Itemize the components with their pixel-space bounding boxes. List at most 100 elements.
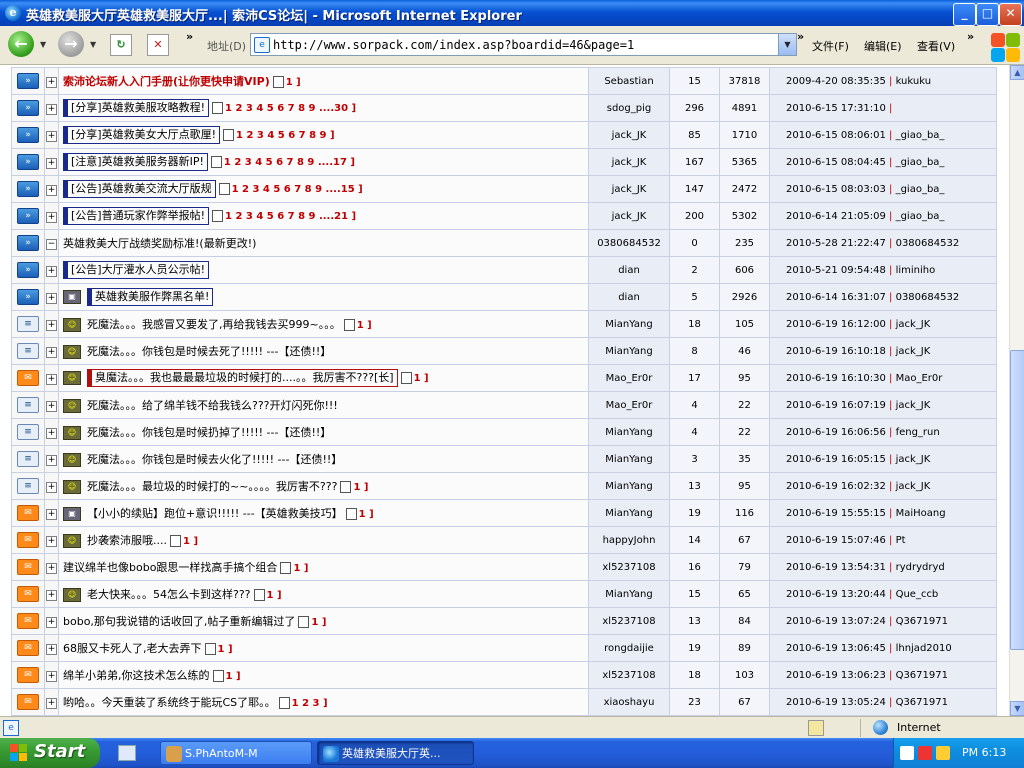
thread-author[interactable]: MianYang [605,319,652,330]
table-row[interactable]: ✉ + 哟哈。。今天重装了系统终于能玩CS了耶。。 1 2 3 ] xiaoshayu 2… [11,688,997,716]
expand-toggle-icon[interactable]: + [46,536,57,547]
thread-author[interactable]: jack_JK [612,130,647,141]
thread-author[interactable]: 0380684532 [597,238,661,249]
last-post-user[interactable]: jack_JK [896,319,931,330]
vertical-scrollbar[interactable]: ▲ ▼ [1009,65,1024,716]
expand-toggle-icon[interactable]: + [46,401,57,412]
table-row[interactable]: ✉ + ☺ 老大快来。。。54怎么卡到这样??? 1 ] MianYang 15 65 2010… [11,580,997,608]
thread-author[interactable]: jack_JK [612,184,647,195]
document-icon[interactable]: ≡ [17,316,39,332]
table-row[interactable]: ≡ + ☺ 死魔法。。。你钱包是时候去火化了!!!!! ---【还债!!】 MianYa… [11,445,997,473]
last-post-user[interactable]: _giao_ba_ [896,184,945,195]
expand-toggle-icon[interactable]: + [46,671,57,682]
menu-file[interactable]: 文件(F) [812,38,849,54]
page-link[interactable]: 1 ] [414,373,429,384]
table-row[interactable]: ≡ + ☺ 死魔法。。。给了绵羊钱不给我钱么???开灯闪死你!!! Mao_Er0r 4 2… [11,391,997,419]
back-dropdown-icon[interactable]: ▼ [40,40,46,49]
thread-title-frame[interactable]: 英雄救美服作弊黑名单! [87,288,214,306]
expand-toggle-icon[interactable]: + [46,104,57,115]
topic-icon[interactable]: » [17,208,39,224]
thread-title-frame[interactable]: [公告]英雄救美交流大厅版规 [63,180,216,198]
close-button[interactable]: ✕ [999,3,1022,26]
expand-toggle-icon[interactable]: + [46,455,57,466]
expand-toggle-icon[interactable]: + [46,158,57,169]
last-post-user[interactable]: kukuku [896,76,931,87]
document-icon[interactable]: ≡ [17,397,39,413]
thread-title[interactable]: [分享]英雄救美服攻略教程! [71,101,205,114]
scroll-up-icon[interactable]: ▲ [1010,65,1024,80]
topic-icon[interactable]: » [17,289,39,305]
toolbar-overflow-icon[interactable]: » [186,30,193,43]
topic-icon[interactable]: » [17,262,39,278]
page-links[interactable]: 1 2 3 4 5 6 7 8 9 ....15 [232,184,355,195]
expand-toggle-icon[interactable]: + [46,374,57,385]
thread-title[interactable]: 建议绵羊也像bobo跟思一样找高手搞个组合 [63,561,277,574]
document-icon[interactable]: ≡ [17,451,39,467]
envelope-icon[interactable]: ✉ [17,694,39,710]
expand-toggle-icon[interactable]: + [46,185,57,196]
last-post-user[interactable]: _giao_ba_ [896,157,945,168]
expand-toggle-icon[interactable]: + [46,590,57,601]
last-post-user[interactable]: Q3671971 [896,616,948,627]
expand-toggle-icon[interactable]: + [46,212,57,223]
page-link[interactable]: 1 ] [293,563,308,574]
last-post-user[interactable]: jack_JK [896,400,931,411]
start-button[interactable]: Start [0,738,100,768]
thread-author[interactable]: jack_JK [612,211,647,222]
table-row[interactable]: ≡ + ☺ 死魔法。。。最垃圾的时候打的~~。。。。我厉害不??? 1 ] MianYan… [11,472,997,500]
table-row[interactable]: » + [公告]大厅灌水人员公示帖! dian 2 606 2010-5-21 09:54:… [11,256,997,284]
topic-icon[interactable]: » [17,73,39,89]
thread-title-frame[interactable]: [分享]英雄救美服攻略教程! [63,99,209,117]
last-post-user[interactable]: 0380684532 [896,292,960,303]
thread-author[interactable]: MianYang [605,346,652,357]
expand-toggle-icon[interactable]: − [46,239,57,250]
table-row[interactable]: ✉ + 绵羊小弟弟,你这技术怎么练的 1 ] xl5237108 18 103 2010-6-… [11,661,997,689]
thread-author[interactable]: xl5237108 [602,616,655,627]
page-links[interactable]: 1 2 3 4 5 6 7 8 9 ....21 [225,211,348,222]
last-post-user[interactable]: Q3671971 [896,697,948,708]
thread-title-frame[interactable]: [注意]英雄救美服务器新IP! [63,153,208,171]
page-links[interactable]: 1 2 3 4 5 6 7 8 9 [236,130,326,141]
last-post-user[interactable]: MaiHoang [896,508,946,519]
page-link[interactable]: 1 ] [226,671,241,682]
thread-title[interactable]: 老大快来。。。54怎么卡到这样??? [87,588,251,601]
document-icon[interactable]: ≡ [17,343,39,359]
envelope-icon[interactable]: ✉ [17,640,39,656]
table-row[interactable]: » + [注意]英雄救美服务器新IP! 1 2 3 4 5 6 7 8 9 ....1… [11,148,997,176]
table-row[interactable]: » + 索沛论坛新人入门手册(让你更快申请VIP) 1 ] Sebastian 15 378… [11,67,997,95]
envelope-icon[interactable]: ✉ [17,586,39,602]
thread-author[interactable]: dian [618,265,640,276]
thread-author[interactable]: jack_JK [612,157,647,168]
url-text[interactable]: http://www.sorpack.com/index.asp?boardid… [273,38,634,52]
envelope-icon[interactable]: ✉ [17,667,39,683]
thread-title[interactable]: 英雄救美服作弊黑名单! [95,290,209,303]
table-row[interactable]: » + [公告]英雄救美交流大厅版规 1 2 3 4 5 6 7 8 9 ....15… [11,175,997,203]
last-post-user[interactable]: _giao_ba_ [896,130,945,141]
thread-title[interactable]: [分享]英雄救美女大厅点歌厘! [71,128,216,141]
envelope-icon[interactable]: ✉ [17,613,39,629]
topic-icon[interactable]: » [17,235,39,251]
last-post-user[interactable]: lhnjad2010 [896,643,952,654]
page-link[interactable]: 1 ] [311,617,326,628]
page-link[interactable]: 1 ] [286,77,301,88]
page-link[interactable]: 1 ] [218,644,233,655]
table-row[interactable]: ≡ + ☺ 死魔法。。。你钱包是时候扔掉了!!!!! ---【还债!!】 MianYan… [11,418,997,446]
last-post-user[interactable]: 0380684532 [896,238,960,249]
thread-title[interactable]: 死魔法。。。我感冒又要发了,再给我钱去买999~。。。 [87,318,341,331]
thread-title[interactable]: 绵羊小弟弟,你这技术怎么练的 [63,669,210,682]
task-button-phantom[interactable]: S.PhAntoM-M [160,741,312,765]
address-bar[interactable]: e http://www.sorpack.com/index.asp?board… [250,33,797,56]
table-row[interactable]: ≡ + ☺ 死魔法。。。我感冒又要发了,再给我钱去买999~。。。 1 ] MianYan… [11,310,997,338]
thread-title[interactable]: 死魔法。。。你钱包是时候去死了!!!!! ---【还债!!】 [87,345,331,358]
envelope-icon[interactable]: ✉ [17,559,39,575]
thread-title[interactable]: [公告]大厅灌水人员公示帖! [71,263,205,276]
page-links[interactable]: 1 2 3 [292,698,320,709]
thread-author[interactable]: Mao_Er0r [606,373,653,384]
thread-title-frame[interactable]: [分享]英雄救美女大厅点歌厘! [63,126,220,144]
thread-title[interactable]: 死魔法。。。你钱包是时候去火化了!!!!! ---【还债!!】 [87,453,342,466]
thread-title-frame[interactable]: [公告]大厅灌水人员公示帖! [63,261,209,279]
table-row[interactable]: ✉ + ▣ 【小小的续贴】跑位+意识!!!!! ---【英雄救美技巧】 1 ] MianY… [11,499,997,527]
expand-toggle-icon[interactable]: + [46,482,57,493]
page-links[interactable]: 1 2 3 4 5 6 7 8 9 ....17 [224,157,347,168]
table-row[interactable]: ✉ + 建议绵羊也像bobo跟思一样找高手搞个组合 1 ] xl5237108 16 79 2… [11,553,997,581]
